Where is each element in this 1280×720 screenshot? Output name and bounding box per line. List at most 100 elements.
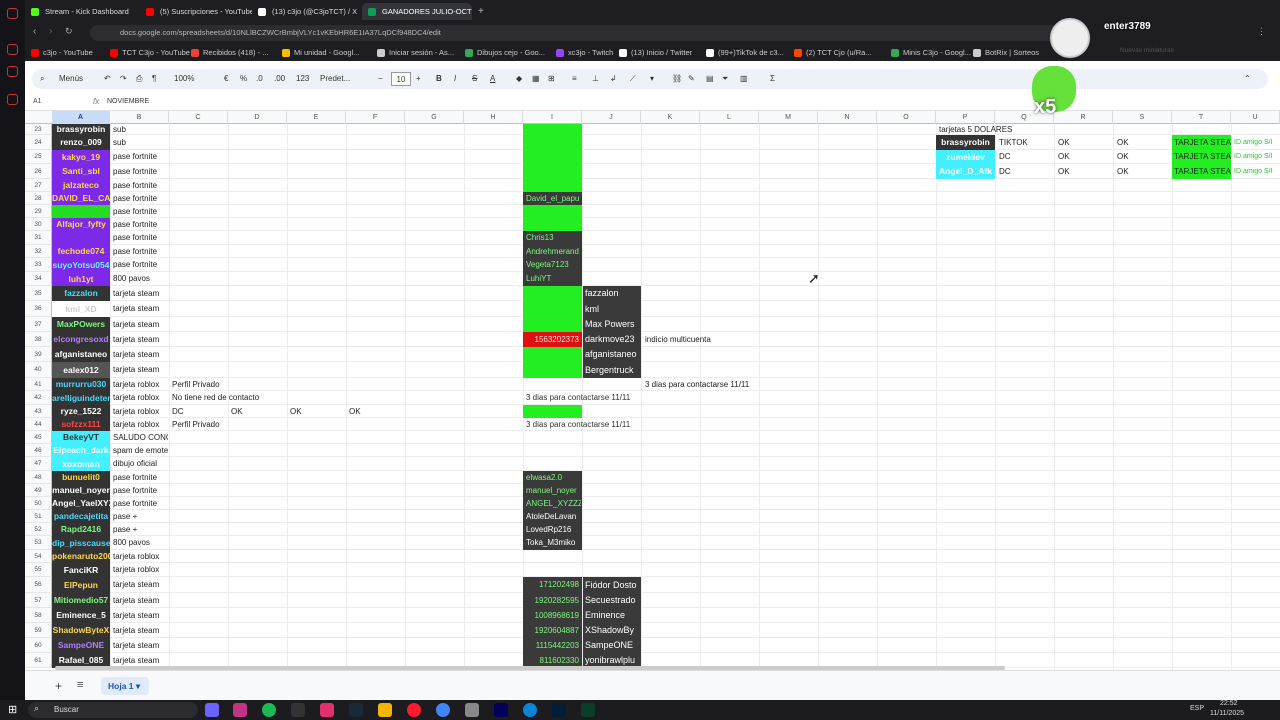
cell-name[interactable]	[52, 205, 110, 218]
edge-icon[interactable]	[523, 703, 537, 717]
cell-name[interactable]: SampeONE	[52, 638, 110, 653]
functions-icon[interactable]: Σ	[770, 72, 775, 86]
row-header[interactable]: 50	[25, 497, 52, 510]
cell-note[interactable]: indicio multicuenta	[643, 332, 763, 347]
cell-name[interactable]: brassyrobin	[52, 124, 110, 135]
cell-value[interactable]: XShadowBy	[583, 623, 641, 638]
valign-icon[interactable]: ⊥	[592, 72, 599, 86]
cell-name[interactable]: MaxPOwers	[52, 317, 110, 332]
green-fill-cell[interactable]	[523, 405, 582, 418]
menus-button[interactable]: Menús	[59, 72, 83, 86]
app-icon[interactable]	[7, 66, 18, 77]
cell-note[interactable]: ID amigo S/I	[1232, 135, 1280, 150]
cell-name[interactable]: ryze_1522	[52, 405, 110, 418]
cell-name[interactable]: sofzzx111	[52, 418, 110, 431]
green-fill-cell[interactable]	[523, 317, 582, 332]
cell-prize[interactable]: sub	[111, 135, 168, 150]
menu-icon[interactable]: ⋮	[1257, 26, 1266, 37]
cell-prize[interactable]: tarjeta steam	[111, 623, 168, 638]
cell-platform[interactable]: DC	[997, 150, 1054, 164]
back-icon[interactable]: ‹	[33, 26, 36, 37]
cell-value[interactable]: 1920604887	[524, 623, 581, 638]
browser-tab[interactable]: Stream - Kick Dashboard	[25, 3, 140, 20]
bookmark-link[interactable]: Dibujos cejo - Goo...	[465, 46, 545, 59]
opera-icon[interactable]	[407, 703, 421, 717]
cell-ok[interactable]: OK	[229, 405, 286, 418]
block-title[interactable]: tarjetas 5 DOLARES	[937, 124, 1047, 135]
redo-icon[interactable]: ↷	[120, 72, 127, 86]
italic-icon[interactable]: I	[454, 72, 456, 86]
column-header-c[interactable]: C	[169, 111, 228, 124]
cell-prize[interactable]: tarjeta steam	[111, 347, 168, 362]
cell-note[interactable]: 3 dias para contactarse 11/11	[643, 378, 763, 391]
cell-prize[interactable]: pase fortnite	[111, 471, 168, 484]
epic-games-icon[interactable]	[291, 703, 305, 717]
cell-value[interactable]: 1920282595	[524, 593, 581, 608]
row-header[interactable]: 55	[25, 563, 52, 577]
cell-name[interactable]: fechode074	[52, 245, 110, 258]
cell-prize[interactable]: SALUDO CONCAM	[111, 431, 168, 444]
cell-name[interactable]	[52, 231, 110, 245]
green-fill-cell[interactable]	[523, 135, 582, 150]
cell-note[interactable]: ID amigo S/I	[1232, 150, 1280, 164]
bookmark-link[interactable]: Minis C3jo - Googl...	[891, 46, 971, 59]
row-header[interactable]: 39	[25, 347, 52, 362]
cell-prize[interactable]: tarjeta roblox	[111, 405, 168, 418]
cell-value[interactable]: fazzalon	[583, 286, 641, 301]
green-fill-cell[interactable]	[523, 164, 582, 179]
bookmark-link[interactable]: c3jo - YouTube	[31, 46, 93, 59]
column-header-d[interactable]: D	[228, 111, 287, 124]
row-header[interactable]: 44	[25, 418, 52, 431]
row-header[interactable]: 33	[25, 258, 52, 272]
green-fill-cell[interactable]	[523, 347, 582, 362]
cell-prize[interactable]: pase fortnite	[111, 150, 168, 164]
cell-name[interactable]: ElPepun	[52, 577, 110, 593]
cell-prize[interactable]: tarjeta roblox	[111, 563, 168, 577]
cell-ok[interactable]: OK	[347, 405, 404, 418]
cell-name[interactable]: FanciKR	[52, 563, 110, 577]
column-header-g[interactable]: G	[405, 111, 464, 124]
all-sheets-icon[interactable]: ≡	[77, 679, 83, 691]
row-header[interactable]: 56	[25, 577, 52, 593]
paint-format-icon[interactable]: ¶	[152, 72, 156, 86]
bookmark-link[interactable]: (13) Inicio / Twitter	[619, 46, 692, 59]
cell-name[interactable]: Santi_sbl	[52, 164, 110, 179]
row-header[interactable]: 35	[25, 286, 52, 301]
row-header[interactable]: 53	[25, 536, 52, 550]
bookmark-link[interactable]: Mi unidad - Googl...	[282, 46, 359, 59]
cell-value[interactable]: Fiódor Dosto	[583, 577, 641, 593]
column-header-a[interactable]: A	[52, 111, 110, 124]
cell-value[interactable]: Secuestrado	[583, 593, 641, 608]
row-header[interactable]: 61	[25, 653, 52, 668]
row-header[interactable]: 48	[25, 471, 52, 484]
cell-name[interactable]: manuel_noyer	[52, 484, 110, 497]
cell-prize[interactable]: dibujo oficial	[111, 457, 168, 471]
row-header[interactable]: 40	[25, 362, 52, 378]
borders-icon[interactable]: ▦	[532, 72, 540, 86]
cell-name[interactable]: Rapd2416	[52, 523, 110, 536]
app-icon[interactable]	[7, 94, 18, 105]
row-header[interactable]: 41	[25, 378, 52, 391]
undo-icon[interactable]: ↶	[104, 72, 111, 86]
browser-tab[interactable]: (13) c3jo (@C3joTCT) / X	[252, 3, 362, 20]
column-header-h[interactable]: H	[464, 111, 523, 124]
cell-value[interactable]: 1115442203	[524, 638, 581, 653]
cell-prize[interactable]: tarjeta roblox	[111, 378, 168, 391]
row-header[interactable]: 25	[25, 150, 52, 164]
green-fill-cell[interactable]	[523, 218, 582, 231]
cell-value[interactable]: manuel_noyer	[524, 484, 581, 497]
chart-icon[interactable]: ▤	[706, 72, 714, 86]
column-header-m[interactable]: M	[759, 111, 818, 124]
cell-prize[interactable]: 800 pavos	[111, 536, 168, 550]
cell-prize[interactable]: pase fortnite	[111, 192, 168, 205]
column-header-u[interactable]: U	[1231, 111, 1280, 124]
new-tab-button[interactable]: +	[474, 3, 490, 20]
cell-name[interactable]: pokenaruto200	[52, 550, 110, 563]
cell-name[interactable]: fazzalon	[52, 286, 110, 301]
row-header[interactable]: 49	[25, 484, 52, 497]
print-icon[interactable]: ⎙	[136, 72, 142, 86]
cell-prize[interactable]: tarjeta roblox	[111, 550, 168, 563]
column-header-p[interactable]: P	[936, 111, 995, 124]
cell-value[interactable]: ANGEL_XYZZZ	[524, 497, 581, 510]
bold-icon[interactable]: B	[436, 72, 442, 86]
